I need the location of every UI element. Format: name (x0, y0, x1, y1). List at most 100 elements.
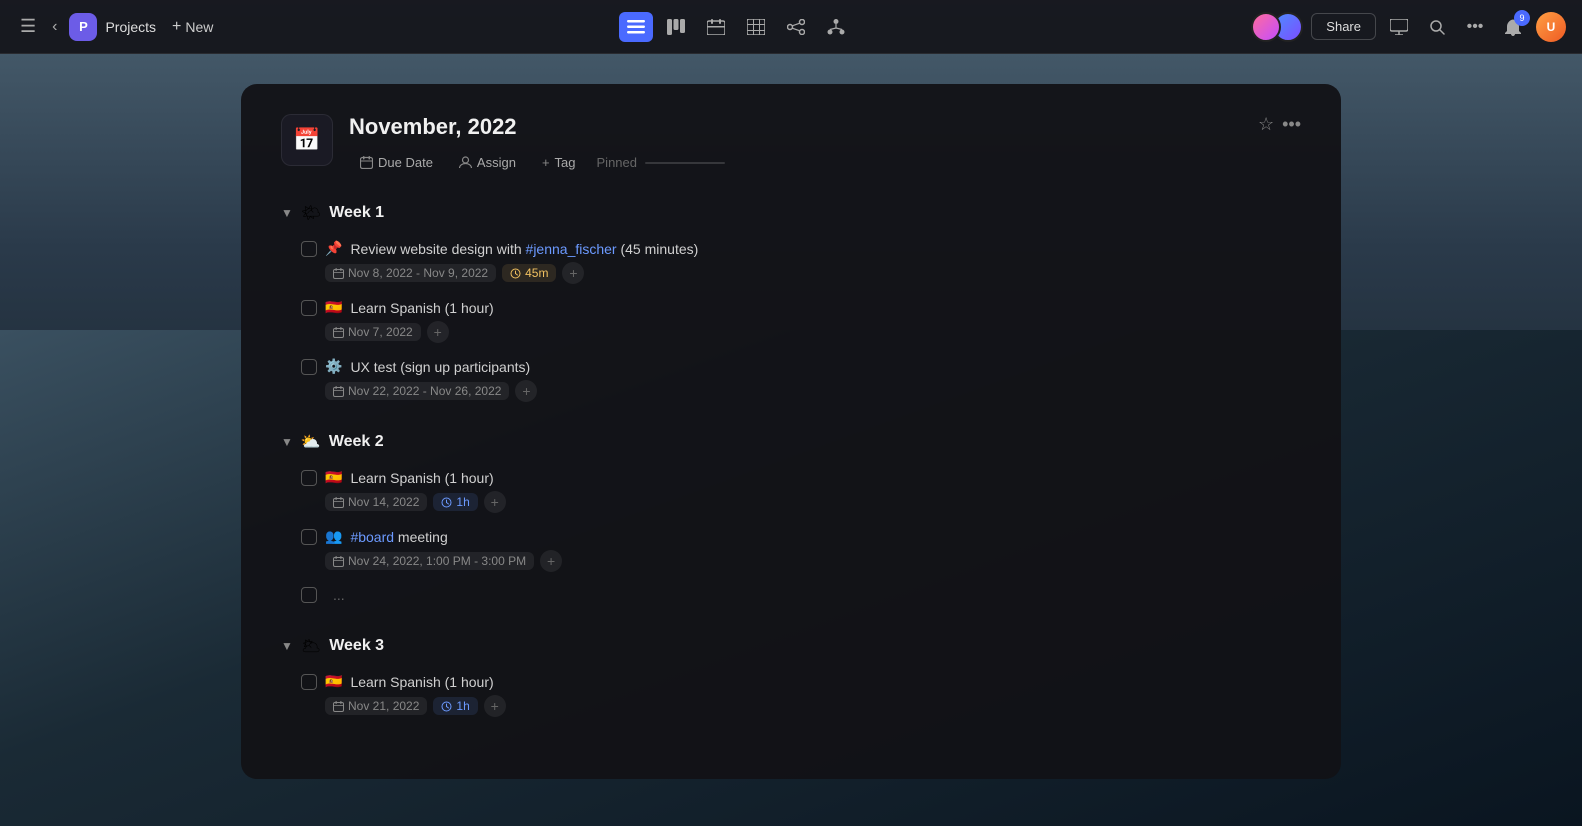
task-checkbox[interactable] (301, 470, 317, 486)
view-table-button[interactable] (739, 12, 773, 42)
view-kanban-button[interactable] (659, 12, 693, 42)
date-pill[interactable]: Nov 7, 2022 (325, 323, 421, 341)
task-item: 👥 #board meeting Nov 24, 2022, 1:00 PM -… (301, 519, 1301, 578)
pinned-line (645, 162, 725, 164)
task-row: ⚙️ UX test (sign up participants) (301, 355, 1301, 378)
time-pill[interactable]: 45m (502, 264, 556, 282)
topbar-left: ☰ ‹ P Projects + New (16, 12, 221, 41)
presentation-icon[interactable] (1384, 12, 1414, 42)
view-share-button[interactable] (779, 12, 813, 42)
date-pill[interactable]: Nov 14, 2022 (325, 493, 427, 511)
notifications-icon[interactable]: 9 (1498, 12, 1528, 42)
task-meta: Nov 8, 2022 - Nov 9, 2022 45m + (301, 262, 1301, 284)
task-row: 🇪🇸 Learn Spanish (1 hour) (301, 296, 1301, 319)
task-icon: 🇪🇸 (325, 299, 342, 316)
task-text: Learn Spanish (1 hour) (350, 470, 493, 486)
week-2-title: Week 2 (329, 433, 384, 451)
collaborator-avatar-1[interactable] (1251, 12, 1281, 42)
week-1-header[interactable]: ▼ 🌤 Week 1 (281, 195, 1301, 231)
more-icon[interactable]: ••• (1460, 12, 1490, 42)
project-title: November, 2022 (349, 114, 1242, 140)
plus-icon: + (172, 18, 181, 36)
task-checkbox[interactable] (301, 300, 317, 316)
share-button[interactable]: Share (1311, 13, 1376, 40)
task-icon: ⚙️ (325, 358, 342, 375)
date-pill[interactable]: Nov 24, 2022, 1:00 PM - 3:00 PM (325, 552, 534, 570)
task-item: ... (301, 578, 1301, 612)
task-icon: 🇪🇸 (325, 673, 342, 690)
tag-label: Tag (555, 155, 576, 170)
task-item: 🇪🇸 Learn Spanish (1 hour) Nov 21, 2022 1… (301, 664, 1301, 723)
user-avatar[interactable]: U (1536, 12, 1566, 42)
time-pill[interactable]: 1h (433, 697, 477, 715)
add-meta-button[interactable]: + (484, 491, 506, 513)
task-text: UX test (sign up participants) (350, 359, 530, 375)
date-pill[interactable]: Nov 21, 2022 (325, 697, 427, 715)
task-meta: Nov 22, 2022 - Nov 26, 2022 + (301, 380, 1301, 402)
projects-label[interactable]: Projects (105, 19, 156, 35)
task-text: Review website design with #jenna_fische… (350, 241, 698, 257)
view-hierarchy-button[interactable] (819, 12, 853, 42)
task-checkbox[interactable] (301, 529, 317, 545)
date-pill[interactable]: Nov 8, 2022 - Nov 9, 2022 (325, 264, 496, 282)
task-row: 👥 #board meeting (301, 525, 1301, 548)
week-section-3: ▼ 🌥 Week 3 🇪🇸 Learn Spanish (1 hour) (281, 628, 1301, 723)
task-mention-link[interactable]: #jenna_fischer (526, 241, 617, 257)
add-meta-button[interactable]: + (484, 695, 506, 717)
task-item: ⚙️ UX test (sign up participants) Nov 22… (301, 349, 1301, 408)
new-label: New (185, 19, 213, 35)
task-text: Learn Spanish (1 hour) (350, 300, 493, 316)
add-meta-button[interactable]: + (540, 550, 562, 572)
add-meta-button[interactable]: + (427, 321, 449, 343)
star-icon[interactable]: ☆ (1258, 114, 1274, 135)
chevron-down-icon: ▼ (281, 206, 293, 220)
date-value: Nov 21, 2022 (348, 699, 419, 713)
task-icon: 📌 (325, 240, 342, 257)
task-item: 📌 Review website design with #jenna_fisc… (301, 231, 1301, 290)
due-date-button[interactable]: Due Date (349, 150, 444, 175)
plus-tag-icon: + (542, 155, 550, 170)
week-2-header[interactable]: ▼ ⛅ Week 2 (281, 424, 1301, 460)
task-checkbox[interactable] (301, 674, 317, 690)
task-text: Learn Spanish (1 hour) (350, 674, 493, 690)
week-1-emoji: 🌤 (301, 203, 321, 223)
task-meta: Nov 14, 2022 1h + (301, 491, 1301, 513)
project-info: November, 2022 Due Date (349, 114, 1242, 175)
task-meta: Nov 7, 2022 + (301, 321, 1301, 343)
task-text: #board meeting (350, 529, 447, 545)
date-pill[interactable]: Nov 22, 2022 - Nov 26, 2022 (325, 382, 509, 400)
due-date-label: Due Date (378, 155, 433, 170)
task-board-link[interactable]: #board (350, 529, 394, 545)
add-meta-button[interactable]: + (515, 380, 537, 402)
time-pill[interactable]: 1h (433, 493, 477, 511)
project-header: 📅 November, 2022 Due Date (281, 114, 1301, 175)
more-options-icon[interactable]: ••• (1282, 114, 1301, 135)
search-icon[interactable] (1422, 12, 1452, 42)
view-calendar-button[interactable] (699, 12, 733, 42)
view-list-button[interactable] (619, 12, 653, 42)
pinned-label: Pinned (597, 155, 637, 170)
project-icon: 📅 (281, 114, 333, 166)
chevron-down-icon: ▼ (281, 639, 293, 653)
hamburger-icon[interactable]: ☰ (16, 12, 40, 41)
week-3-header[interactable]: ▼ 🌥 Week 3 (281, 628, 1301, 664)
task-icon: 🇪🇸 (325, 469, 342, 486)
topbar-center (231, 12, 1241, 42)
chevron-down-icon: ▼ (281, 435, 293, 449)
project-emoji: 📅 (293, 127, 320, 153)
week-2-task-list: 🇪🇸 Learn Spanish (1 hour) Nov 14, 2022 1… (281, 460, 1301, 612)
content-area: 📅 November, 2022 Due Date (0, 54, 1582, 826)
add-meta-button[interactable]: + (562, 262, 584, 284)
date-value: Nov 8, 2022 - Nov 9, 2022 (348, 266, 488, 280)
project-badge[interactable]: P (69, 13, 97, 41)
back-icon[interactable]: ‹ (48, 14, 61, 40)
new-button[interactable]: + New (164, 14, 221, 40)
task-checkbox[interactable] (301, 587, 317, 603)
task-checkbox[interactable] (301, 359, 317, 375)
task-checkbox[interactable] (301, 241, 317, 257)
time-value: 1h (456, 495, 469, 509)
assign-label: Assign (477, 155, 516, 170)
week-section-1: ▼ 🌤 Week 1 📌 Review website design with … (281, 195, 1301, 408)
tag-button[interactable]: + Tag (531, 150, 587, 175)
assign-button[interactable]: Assign (448, 150, 527, 175)
